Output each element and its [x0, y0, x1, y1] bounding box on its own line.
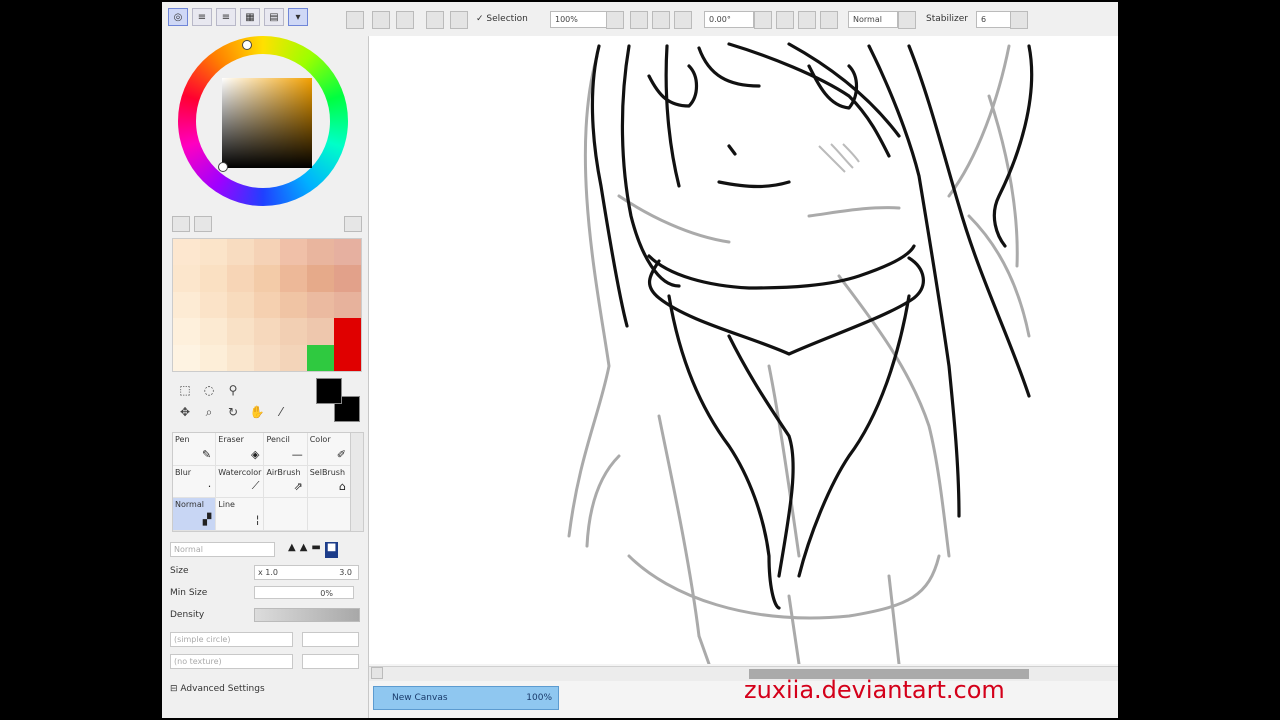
saturation-value-square[interactable] — [222, 78, 312, 168]
color-panel-toolbar: ◎ ≡ ≡ ▦ ▤ ▾ — [168, 8, 308, 26]
zoom-out-icon[interactable] — [630, 11, 648, 29]
swatch-toggle-icon[interactable]: ▦ — [240, 8, 260, 26]
eyedropper-icon[interactable]: ⁄ — [272, 404, 290, 420]
selection-tools: ⬚ ◌ ⚲ — [176, 382, 242, 398]
hand-icon[interactable]: ✋ — [248, 404, 266, 420]
brush-tip-shapes: ▲ ▲ ▬ ■ — [288, 542, 352, 558]
lasso-icon[interactable]: ◌ — [200, 382, 218, 398]
brush-airbrush[interactable]: AirBrush ⇗ — [264, 465, 308, 499]
stabilizer-dropdown-icon[interactable] — [1010, 11, 1028, 29]
tip-square-icon[interactable]: ■ — [324, 542, 339, 558]
zoom-field[interactable]: 100% — [550, 11, 608, 28]
paint-tool-sai-window: ◎ ≡ ≡ ▦ ▤ ▾ ⬚ ◌ ⚲ ✥ ⌕ ↻ ✋ ⁄ Pen ✎ Eraser… — [162, 2, 1118, 718]
selection-checkbox[interactable]: ✓ Selection — [476, 14, 528, 24]
deselect-icon[interactable] — [396, 11, 414, 29]
rotation-field[interactable]: 0.00° — [704, 11, 754, 28]
swatch-toolbar — [172, 216, 362, 234]
rgb-slider-toggle-icon[interactable]: ≡ — [192, 8, 212, 26]
zoom-reset-icon[interactable] — [674, 11, 692, 29]
zoom-icon[interactable]: ⌕ — [200, 404, 218, 420]
brush-blur[interactable]: Blur · — [173, 465, 217, 499]
color-wheel[interactable] — [178, 36, 350, 208]
rotate-reset-icon[interactable] — [798, 11, 816, 29]
zoom-in-icon[interactable] — [652, 11, 670, 29]
redo-icon[interactable] — [372, 11, 390, 29]
brush-tool-grid: Pen ✎ Eraser ◈ Pencil — Color ✐ Blur · Waterc… — [172, 432, 352, 532]
user-swatch-toggle-icon[interactable]: ▾ — [288, 8, 308, 26]
blend-dropdown-icon[interactable] — [898, 11, 916, 29]
stabilizer-label: Stabilizer — [926, 14, 968, 24]
blend-mode-field[interactable]: Normal — [848, 11, 898, 28]
canvas-toolbar: ✓ Selection 100% 0.00° Normal Stabilizer… — [346, 2, 1118, 37]
brush-eraser[interactable]: Eraser ◈ — [216, 433, 265, 466]
line-icon: ¦ — [255, 513, 260, 526]
scroll-left-icon[interactable] — [371, 667, 383, 679]
pen-icon: ✎ — [202, 447, 212, 461]
brush-texture-select[interactable]: (no texture) — [170, 654, 293, 669]
tip-sharp-icon[interactable]: ▲ — [288, 542, 296, 558]
sv-knob[interactable] — [218, 162, 228, 172]
watercolor-icon: ⟋ — [251, 479, 260, 493]
brush-slot-empty[interactable] — [264, 498, 308, 531]
zoom-dropdown-icon[interactable] — [606, 11, 624, 29]
brush-selbrush[interactable]: SelBrush ⌂ — [307, 465, 351, 499]
blur-icon: · — [207, 480, 212, 494]
brush-texture-strength[interactable] — [302, 654, 359, 669]
drawing-canvas[interactable] — [369, 36, 1118, 664]
swatch-menu-icon[interactable] — [344, 216, 362, 232]
flip-icon[interactable] — [820, 11, 838, 29]
tip-flat-icon[interactable]: ▬ — [311, 542, 320, 558]
brush-pen[interactable]: Pen ✎ — [173, 433, 217, 466]
airbrush-icon: ⇗ — [293, 480, 303, 494]
undo-icon[interactable] — [346, 11, 364, 29]
size-slider[interactable]: x 1.0 3.0 — [254, 565, 359, 580]
eraser-icon: ◈ — [250, 447, 260, 461]
checkbox-icon[interactable]: ⊟ — [170, 684, 178, 694]
pencil-icon: — — [291, 447, 303, 461]
left-panel: ◎ ≡ ≡ ▦ ▤ ▾ ⬚ ◌ ⚲ ✥ ⌕ ↻ ✋ ⁄ Pen ✎ Eraser… — [162, 2, 369, 718]
show-selection-icon[interactable] — [450, 11, 468, 29]
normal-icon: ▞ — [202, 513, 212, 526]
brush-normal[interactable]: Normal ▞ — [173, 498, 217, 531]
rect-select-icon[interactable]: ⬚ — [176, 382, 194, 398]
color-indicator[interactable] — [316, 378, 362, 424]
brush-line[interactable]: Line ¦ — [216, 498, 265, 531]
swatch-remove-icon[interactable] — [194, 216, 212, 232]
invert-selection-icon[interactable] — [426, 11, 444, 29]
color-wheel-toggle-icon[interactable]: ◎ — [168, 8, 188, 26]
selbrush-icon: ⌂ — [339, 480, 346, 494]
stabilizer-field[interactable]: 6 — [976, 11, 1012, 28]
brush-grid-scrollbar[interactable] — [350, 432, 364, 532]
magic-wand-icon[interactable]: ⚲ — [224, 382, 242, 398]
brush-shape-strength[interactable] — [302, 632, 359, 647]
sketch-artwork — [567, 42, 1034, 664]
swatch-add-icon[interactable] — [172, 216, 190, 232]
hsv-slider-toggle-icon[interactable]: ≡ — [216, 8, 236, 26]
foreground-color-swatch[interactable] — [316, 378, 342, 404]
watermark-text: zuxiia.deviantart.com — [744, 676, 1005, 704]
hue-knob[interactable] — [242, 40, 252, 50]
brush-watercolor[interactable]: Watercolor ⟋ — [216, 465, 265, 499]
brush-slot-empty[interactable] — [307, 498, 351, 531]
blend-mode-select[interactable]: Normal — [170, 542, 275, 557]
rotate-right-icon[interactable] — [776, 11, 794, 29]
min-size-slider[interactable]: 0% — [254, 586, 354, 599]
brush-pencil[interactable]: Pencil — — [264, 433, 308, 466]
rotate-icon[interactable]: ↻ — [224, 404, 242, 420]
rotate-left-icon[interactable] — [754, 11, 772, 29]
density-slider[interactable] — [254, 608, 360, 622]
color-icon: ✐ — [336, 447, 346, 461]
scratchpad-toggle-icon[interactable]: ▤ — [264, 8, 284, 26]
tip-round-icon[interactable]: ▲ — [300, 542, 308, 558]
move-icon[interactable]: ✥ — [176, 404, 194, 420]
color-swatches[interactable] — [172, 238, 362, 372]
document-tab[interactable]: New Canvas 100% — [373, 686, 559, 710]
brush-color[interactable]: Color ✐ — [307, 433, 351, 466]
advanced-settings-toggle[interactable]: ⊟ Advanced Settings — [170, 684, 362, 694]
brush-shape-select[interactable]: (simple circle) — [170, 632, 293, 647]
navigation-tools: ✥ ⌕ ↻ ✋ ⁄ — [176, 404, 290, 420]
